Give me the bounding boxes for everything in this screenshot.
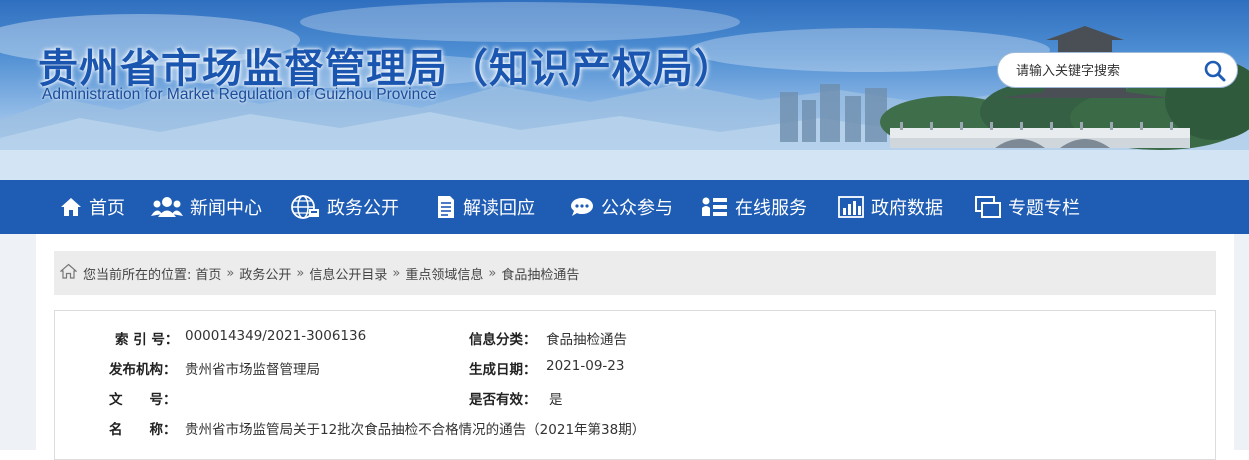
site-subtitle: Administration for Market Regulation of … [42, 86, 437, 103]
breadcrumb-separator: » [226, 265, 235, 281]
breadcrumb: 您当前所在的位置: 首页 » 政务公开 » 信息公开目录 » 重点领域信息 » … [54, 251, 1216, 295]
breadcrumb-link-home[interactable]: 首页 [195, 264, 221, 283]
nav-item-public-participation[interactable]: 公众参与 [570, 180, 673, 234]
breadcrumb-prefix: 您当前所在的位置: [83, 267, 192, 283]
home-outline-icon [59, 263, 78, 283]
header-banner: 贵州省市场监督管理局（知识产权局） Administration for Mar… [0, 0, 1249, 180]
validity-label: 是否有效： [469, 392, 537, 408]
info-row: 名 称： 贵州省市场监管局关于12批次食品抽检不合格情况的通告（2021年第38… [55, 418, 1215, 438]
search-box [997, 52, 1238, 88]
nav-item-label: 新闻中心 [190, 198, 262, 219]
index-value: 000014349/2021-3006136 [185, 328, 367, 344]
info-row: 发布机构： 贵州省市场监督管理局 生成日期： 2021-09-23 [55, 358, 1215, 378]
breadcrumb-link-gov-affairs[interactable]: 政务公开 [239, 264, 291, 283]
nav-item-label: 政府数据 [871, 198, 943, 219]
breadcrumb-link-key-areas[interactable]: 重点领域信息 [405, 264, 483, 283]
nav-item-label: 公众参与 [601, 198, 673, 219]
document-icon [436, 195, 456, 219]
main-nav: 首页 新闻中心 政务公开 解读回应 公众参与 在线服务 政府数据 专题专栏 [0, 180, 1249, 234]
document-info-table: 索 引 号： 000014349/2021-3006136 信息分类： 食品抽检… [54, 310, 1216, 460]
nav-item-label: 专题专栏 [1008, 198, 1080, 219]
nav-item-interpretation[interactable]: 解读回应 [436, 180, 535, 234]
nav-item-gov-data[interactable]: 政府数据 [838, 180, 943, 234]
chat-icon [570, 196, 594, 218]
category-value: 食品抽检通告 [546, 332, 627, 348]
nav-item-label: 政务公开 [327, 198, 399, 219]
breadcrumb-link-catalog[interactable]: 信息公开目录 [309, 264, 387, 283]
nav-item-gov-affairs[interactable]: 政务公开 [290, 180, 399, 234]
category-label: 信息分类： [469, 332, 537, 348]
breadcrumb-separator: » [488, 265, 497, 281]
info-row: 文 号： 是否有效： 是 [55, 388, 1215, 408]
publisher-label: 发布机构： [109, 362, 177, 378]
search-input[interactable] [1016, 60, 1196, 82]
name-value: 贵州省市场监管局关于12批次食品抽检不合格情况的通告（2021年第38期） [185, 422, 646, 438]
page-margin-left [0, 234, 36, 450]
nav-item-label: 首页 [89, 198, 125, 219]
name-label: 名 称： [109, 422, 177, 438]
home-icon [60, 196, 82, 218]
doc-number-label: 文 号： [109, 392, 177, 408]
nav-item-news[interactable]: 新闻中心 [151, 180, 262, 234]
date-value: 2021-09-23 [546, 358, 625, 374]
nav-item-label: 在线服务 [735, 198, 807, 219]
nav-item-home[interactable]: 首页 [60, 180, 125, 234]
breadcrumb-separator: » [392, 265, 401, 281]
breadcrumb-separator: » [296, 265, 305, 281]
columns-icon [975, 196, 1001, 218]
breadcrumb-link-food-inspection[interactable]: 食品抽检通告 [501, 264, 579, 283]
validity-value: 是 [549, 392, 563, 408]
publisher-value: 贵州省市场监督管理局 [185, 362, 320, 378]
nav-item-special-topics[interactable]: 专题专栏 [975, 180, 1080, 234]
search-icon[interactable] [1203, 59, 1227, 83]
nav-item-online-service[interactable]: 在线服务 [702, 180, 807, 234]
service-list-icon [702, 196, 728, 218]
index-label: 索 引 号： [115, 332, 179, 348]
nav-item-label: 解读回应 [463, 198, 535, 219]
globe-icon [290, 194, 320, 220]
bar-chart-icon [838, 196, 864, 218]
date-label: 生成日期： [469, 362, 537, 378]
page-margin-right [1234, 234, 1249, 450]
info-row: 索 引 号： 000014349/2021-3006136 信息分类： 食品抽检… [55, 328, 1215, 348]
users-icon [151, 196, 183, 218]
